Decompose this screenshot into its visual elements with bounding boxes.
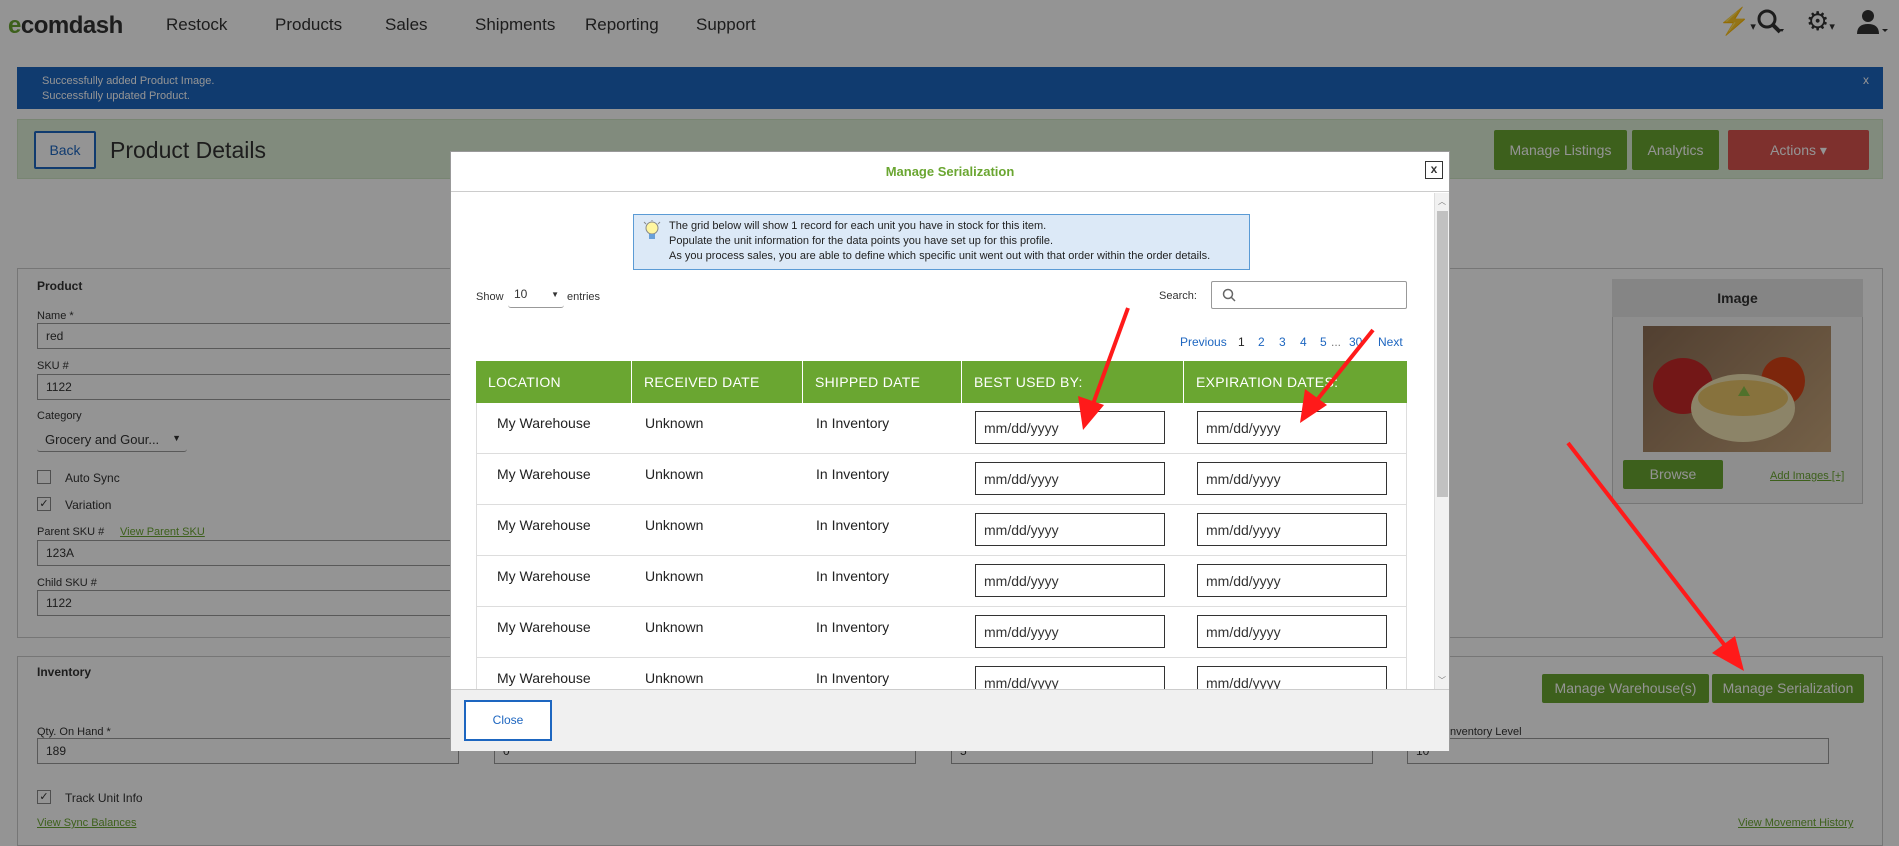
arrow-manage-serialization [1566,441,1728,649]
arrow-head-best-used-by [1078,396,1104,430]
arrow-expiration [1315,328,1375,402]
arrow-head-manage-serialization [1712,636,1744,671]
arrow-best-used-by [1091,307,1130,405]
annotation-arrows [1078,307,1744,671]
